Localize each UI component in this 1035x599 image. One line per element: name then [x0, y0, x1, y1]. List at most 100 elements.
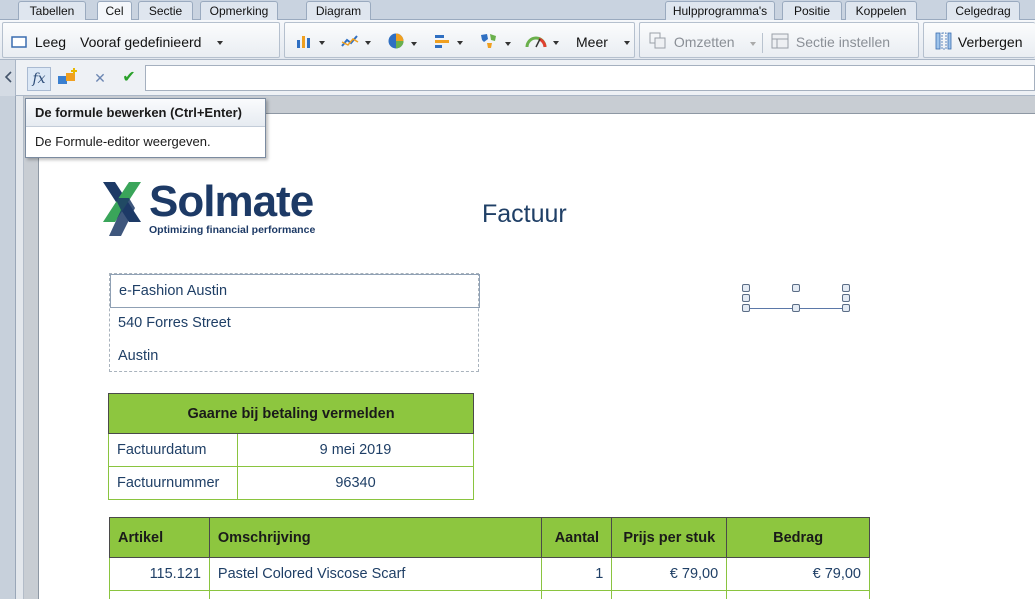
logo-tagline: Optimizing financial performance	[149, 224, 316, 236]
resize-handle[interactable]	[792, 304, 800, 312]
variable-editor-button[interactable]	[56, 67, 80, 91]
resize-handle[interactable]	[842, 304, 850, 312]
pie-chart-icon	[387, 32, 405, 55]
address-block[interactable]: e-Fashion Austin 540 Forres Street Austi…	[109, 273, 480, 373]
chevron-down-icon	[319, 41, 325, 46]
toolbar-group-chart: Meer	[284, 22, 635, 58]
cell-omschrijving[interactable]: Pastel Colored Viscose Scarf	[208, 557, 543, 591]
leeg-button[interactable]: Leeg	[11, 32, 66, 52]
resize-handle[interactable]	[742, 284, 750, 292]
column-header-artikel[interactable]: Artikel	[109, 517, 210, 558]
chevron-down-icon	[457, 41, 463, 46]
table-row: Factuurdatum 9 mei 2019	[108, 433, 474, 467]
tab-celgedrag[interactable]: Celgedrag	[946, 1, 1020, 20]
items-header-row: Artikel Omschrijving Aantal Prijs per st…	[109, 517, 870, 558]
invoice-items-table[interactable]: Artikel Omschrijving Aantal Prijs per st…	[109, 517, 870, 599]
tab-hulpprogrammas[interactable]: Hulpprogramma's	[665, 1, 775, 20]
vooraf-gedefinieerd-dropdown[interactable]: Vooraf gedefinieerd	[80, 32, 224, 52]
invoice-date-label[interactable]: Factuurdatum	[108, 433, 238, 467]
meer-dropdown[interactable]: Meer	[576, 32, 630, 52]
formula-bar-collapse-strip[interactable]	[0, 60, 16, 96]
address-line-name[interactable]: e-Fashion Austin	[110, 274, 480, 308]
empty-cell-icon	[11, 33, 27, 53]
tab-cel[interactable]: Cel	[97, 1, 132, 21]
resize-handle[interactable]	[792, 284, 800, 292]
payment-reference-table[interactable]: Gaarne bij betaling vermelden Factuurdat…	[108, 393, 474, 500]
checkmark-icon: ✔	[122, 69, 136, 86]
omzetten-button[interactable]: Omzetten	[649, 32, 757, 55]
chevron-down-icon	[553, 41, 559, 46]
edit-formula-button[interactable]: fx	[27, 67, 51, 91]
resize-handle[interactable]	[842, 294, 850, 302]
validate-formula-button[interactable]: ✔	[117, 67, 141, 91]
tab-sectie[interactable]: Sectie	[138, 1, 193, 20]
payment-header[interactable]: Gaarne bij betaling vermelden	[108, 393, 474, 434]
address-line-street[interactable]: 540 Forres Street	[110, 307, 480, 340]
tab-tabellen[interactable]: Tabellen	[18, 1, 86, 20]
tab-diagram[interactable]: Diagram	[306, 1, 371, 20]
invoice-date-value[interactable]: 9 mei 2019	[237, 433, 474, 467]
gauge-icon	[525, 33, 547, 53]
cell-aantal[interactable]: 1	[541, 557, 613, 591]
tab-koppelen[interactable]: Koppelen	[845, 1, 917, 20]
ribbon-toolbar: Leeg Vooraf gedefinieerd Meer Omzetten S…	[0, 20, 1035, 60]
company-logo: Solmate Optimizing financial performance	[101, 178, 331, 240]
vooraf-gedefinieerd-label: Vooraf gedefinieerd	[80, 34, 202, 50]
selected-empty-cell[interactable]	[742, 284, 850, 312]
horizontal-bar-chart-button[interactable]	[433, 32, 463, 52]
formula-tooltip: De formule bewerken (Ctrl+Enter) De Form…	[25, 98, 266, 158]
tooltip-description: De Formule-editor weergeven.	[35, 134, 211, 149]
cell-artikel[interactable]: 115.121	[109, 557, 210, 591]
verbergen-dropdown[interactable]: Verbergen	[934, 32, 1035, 52]
table-row: Factuurnummer 96340	[108, 466, 474, 500]
invoice-number-value[interactable]: 96340	[237, 466, 474, 500]
logo-wordmark: Solmate	[149, 177, 314, 226]
cell-bedrag[interactable]: € 79,00	[726, 557, 870, 591]
invoice-number-label[interactable]: Factuurnummer	[108, 466, 238, 500]
bar-chart-button[interactable]	[295, 32, 325, 52]
vertical-ruler	[16, 96, 24, 599]
cell-bedrag[interactable]	[726, 590, 870, 599]
chevron-down-icon	[505, 41, 511, 46]
bar-chart-icon	[295, 33, 313, 54]
convert-icon	[649, 32, 667, 55]
tab-opmerking[interactable]: Opmerking	[200, 1, 278, 20]
toolbar-separator	[762, 33, 763, 53]
resize-handle[interactable]	[742, 304, 750, 312]
report-title[interactable]: Factuur	[482, 200, 567, 229]
cell-prijs[interactable]	[611, 590, 728, 599]
gauge-chart-button[interactable]	[525, 32, 559, 52]
left-side-panel-rail[interactable]	[0, 96, 16, 599]
tooltip-title: De formule bewerken (Ctrl+Enter)	[26, 99, 265, 127]
variable-editor-icon	[57, 68, 79, 90]
map-chart-icon	[479, 32, 499, 55]
column-header-aantal[interactable]: Aantal	[541, 517, 613, 558]
verbergen-label: Verbergen	[957, 34, 1023, 51]
cell-prijs[interactable]: € 79,00	[611, 557, 728, 591]
table-row: 115.121 Pastel Colored Viscose Scarf 1 €…	[109, 557, 870, 591]
column-header-bedrag[interactable]: Bedrag	[726, 517, 870, 558]
ribbon-tab-strip: Tabellen Cel Sectie Opmerking Diagram Hu…	[0, 0, 1035, 21]
cancel-formula-button[interactable]: ✕	[88, 67, 112, 91]
formula-input[interactable]	[145, 65, 1035, 91]
hide-columns-icon	[934, 32, 952, 55]
map-chart-button[interactable]	[479, 32, 511, 52]
omzetten-label: Omzetten	[673, 34, 735, 51]
line-chart-button[interactable]	[341, 32, 371, 52]
column-header-omschrijving[interactable]: Omschrijving	[208, 517, 543, 558]
pie-chart-button[interactable]	[387, 32, 417, 52]
tab-positie[interactable]: Positie	[782, 1, 842, 20]
column-header-prijs[interactable]: Prijs per stuk	[611, 517, 728, 558]
cell-aantal[interactable]	[541, 590, 613, 599]
chevron-down-icon	[623, 41, 630, 46]
section-icon	[771, 32, 789, 55]
resize-handle[interactable]	[742, 294, 750, 302]
cell-omschrijving[interactable]	[208, 590, 543, 599]
resize-handle[interactable]	[842, 284, 850, 292]
toolbar-group-cell: Leeg Vooraf gedefinieerd	[2, 22, 280, 58]
cell-artikel[interactable]	[109, 590, 210, 599]
sectie-instellen-button[interactable]: Sectie instellen	[771, 32, 890, 52]
close-icon: ✕	[94, 70, 106, 86]
sectie-instellen-label: Sectie instellen	[795, 34, 891, 51]
address-line-city[interactable]: Austin	[110, 340, 480, 373]
